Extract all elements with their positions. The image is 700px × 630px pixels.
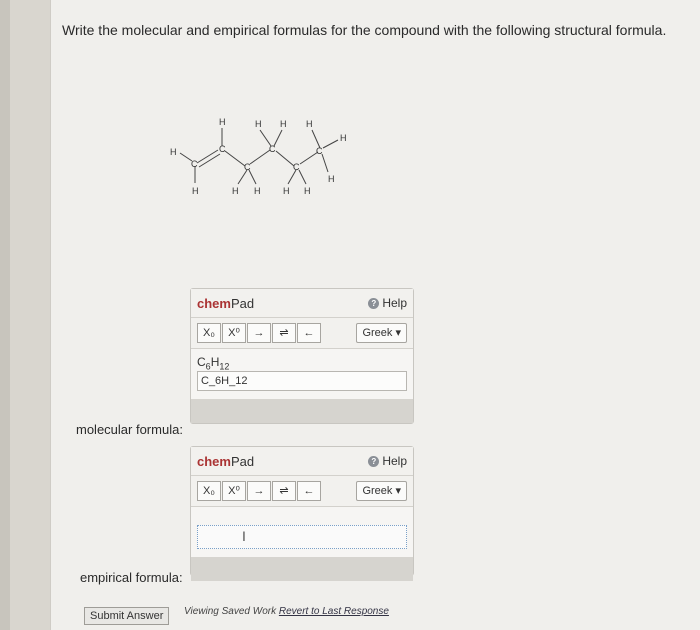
atom-c: C bbox=[191, 159, 198, 169]
atom-c: C bbox=[293, 162, 300, 172]
atom-h: H bbox=[232, 186, 239, 196]
molecular-formula-label: molecular formula: bbox=[76, 422, 183, 437]
subscript-button[interactable]: X₀ bbox=[197, 323, 221, 343]
chempad-title: chemPad bbox=[197, 453, 255, 469]
structural-formula: H H H H H H H H H H H H C C C C C C bbox=[170, 117, 347, 196]
molecular-formula-input[interactable]: C_6H_12 bbox=[197, 371, 407, 391]
left-margin bbox=[0, 0, 10, 630]
submit-answer-button[interactable]: Submit Answer bbox=[84, 607, 170, 625]
empirical-formula-input[interactable]: I bbox=[197, 525, 407, 549]
atom-c: C bbox=[244, 162, 251, 172]
saved-work-note: Viewing Saved Work Revert to Last Respon… bbox=[184, 606, 389, 617]
atom-h: H bbox=[170, 147, 177, 157]
help-icon: ? bbox=[368, 297, 380, 309]
chempad-body: C6H12 C_6H_12 bbox=[191, 349, 413, 399]
atom-h: H bbox=[306, 119, 313, 129]
atom-h: H bbox=[304, 186, 311, 196]
greek-dropdown[interactable]: Greek ▾ bbox=[356, 481, 407, 501]
revert-link[interactable]: Revert to Last Response bbox=[279, 606, 389, 617]
arrow-left-button[interactable]: ← bbox=[297, 481, 321, 501]
text-cursor-icon: I bbox=[242, 528, 246, 544]
arrow-right-button[interactable]: → bbox=[247, 323, 271, 343]
equilibrium-button[interactable]: ⇌ bbox=[272, 481, 296, 501]
atom-h: H bbox=[219, 117, 226, 127]
molecular-chempad: chemPad ? Help X₀ X⁰ → ⇌ ← Greek ▾ C6H12… bbox=[190, 288, 414, 424]
superscript-button[interactable]: X⁰ bbox=[222, 323, 246, 343]
atom-h: H bbox=[255, 119, 262, 129]
help-label: Help bbox=[382, 296, 407, 310]
chempad-footer bbox=[191, 557, 413, 581]
help-icon: ? bbox=[368, 455, 380, 467]
help-button[interactable]: ? Help bbox=[368, 296, 407, 310]
atom-h: H bbox=[280, 119, 287, 129]
equilibrium-button[interactable]: ⇌ bbox=[272, 323, 296, 343]
superscript-button[interactable]: X⁰ bbox=[222, 481, 246, 501]
chempad-footer bbox=[191, 399, 413, 423]
greek-dropdown[interactable]: Greek ▾ bbox=[356, 323, 407, 343]
empirical-chempad: chemPad ? Help X₀ X⁰ → ⇌ ← Greek ▾ I bbox=[190, 446, 414, 581]
empirical-formula-label: empirical formula: bbox=[80, 570, 183, 585]
atom-c: C bbox=[219, 144, 226, 154]
chempad-body: I bbox=[191, 507, 413, 557]
help-button[interactable]: ? Help bbox=[368, 454, 407, 468]
atom-h: H bbox=[192, 186, 199, 196]
viewing-saved-work-text: Viewing Saved Work bbox=[184, 606, 277, 617]
atom-h: H bbox=[340, 133, 347, 143]
chevron-down-icon: ▾ bbox=[395, 485, 401, 497]
arrow-left-button[interactable]: ← bbox=[297, 323, 321, 343]
atom-h: H bbox=[328, 174, 335, 184]
subscript-button[interactable]: X₀ bbox=[197, 481, 221, 501]
chempad-toolbar: X₀ X⁰ → ⇌ ← Greek ▾ bbox=[191, 476, 413, 507]
help-label: Help bbox=[382, 454, 407, 468]
chempad-toolbar: X₀ X⁰ → ⇌ ← Greek ▾ bbox=[191, 318, 413, 349]
chempad-header: chemPad ? Help bbox=[191, 447, 413, 476]
chempad-header: chemPad ? Help bbox=[191, 289, 413, 318]
chempad-title: chemPad bbox=[197, 295, 255, 311]
question-text: Write the molecular and empirical formul… bbox=[62, 22, 667, 38]
atom-h: H bbox=[254, 186, 261, 196]
arrow-right-button[interactable]: → bbox=[247, 481, 271, 501]
chevron-down-icon: ▾ bbox=[395, 327, 401, 339]
atom-c: C bbox=[316, 146, 323, 156]
atom-h: H bbox=[283, 186, 290, 196]
atom-c: C bbox=[269, 144, 276, 154]
formula-preview: C6H12 bbox=[197, 355, 230, 372]
